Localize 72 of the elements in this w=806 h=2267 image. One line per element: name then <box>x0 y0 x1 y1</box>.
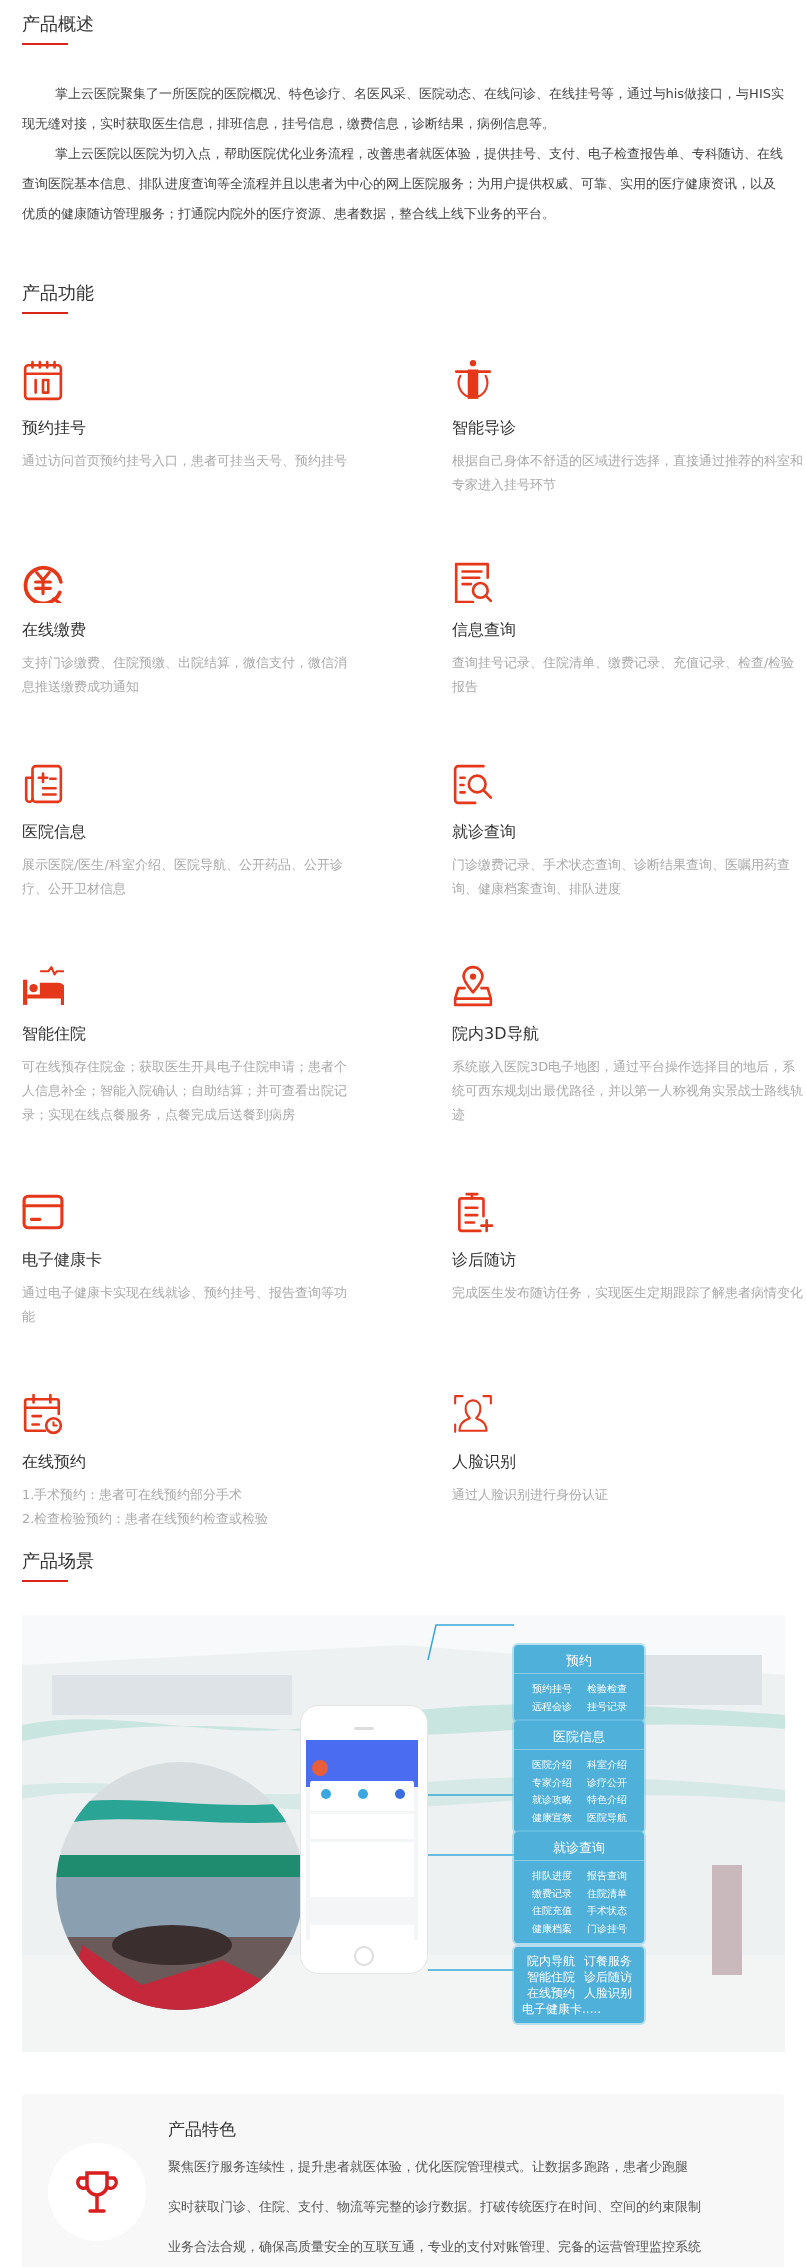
panel-item: 排队进度 <box>531 1869 572 1883</box>
highlight-text: 聚焦医疗服务连续性，提升患者就医体验，优化医院管理模式。让数据多跑路，患者少跑腿 <box>168 2157 689 2176</box>
feature-title: 在线预约 <box>22 1451 86 1473</box>
section-title: 产品概述 <box>22 12 94 36</box>
bed-icon <box>22 965 64 1007</box>
panel-item: 院内导航 <box>526 1953 575 1969</box>
panel-item: 检验检查 <box>586 1682 627 1696</box>
map-pin-icon <box>452 965 494 1007</box>
panel-item: 住院充值 <box>531 1904 572 1918</box>
panel-item: 专家介绍 <box>531 1775 572 1790</box>
feature-title: 智能住院 <box>22 1023 86 1045</box>
person-icon <box>452 359 494 401</box>
highlight-text: 业务合法合规，确保高质量安全的互联互通，专业的支付对账管理、完备的运营管理监控系统 <box>168 2237 701 2256</box>
panel-item: 医院介绍 <box>531 1758 572 1772</box>
feature-description: 通过访问首页预约挂号入口，患者可挂当天号、预约挂号 <box>22 452 347 470</box>
feature-title: 电子健康卡 <box>22 1249 102 1271</box>
section-title: 产品场景 <box>22 1549 94 1573</box>
feature-title: 信息查询 <box>452 619 516 641</box>
highlight-text: 实时获取门诊、住院、支付、物流等完整的诊疗数据。打破传统医疗在时间、空间的约束限制 <box>168 2197 701 2216</box>
panel-item: 健康档案 <box>531 1921 572 1936</box>
panel-item: 智能住院 <box>526 1969 575 1985</box>
section-title: 产品功能 <box>22 281 94 305</box>
panel-item: 预约挂号 <box>531 1682 572 1696</box>
panel-heading: 就诊查询 <box>514 1832 644 1861</box>
feature-title: 预约挂号 <box>22 417 86 439</box>
feature-title: 人脸识别 <box>452 1451 516 1473</box>
panel-item: 订餐服务 <box>583 1953 632 1969</box>
list-search-icon <box>452 763 494 805</box>
feature-description: 支持门诊缴费、住院预缴、出院结算，微信支付，微信消息推送缴费成功通知 <box>22 654 348 696</box>
feature-title: 在线缴费 <box>22 619 86 641</box>
feature-description: 可在线预存住院金；获取医生开具电子住院申请；患者个人信息补全；智能入院确认；自助结算；并可查看出院记录；实现在线点餐服务，点餐完成后送餐到病房 <box>22 1058 348 1124</box>
panel-item: 电子健康卡..... <box>522 2001 602 2017</box>
feature-title: 院内3D导航 <box>452 1023 539 1045</box>
feature-description: 完成医生发布随访任务，实现医生定期跟踪了解患者病情变化 <box>452 1284 803 1302</box>
feature-description: 根据自己身体不舒适的区域进行选择，直接通过推荐的科室和专家进入挂号环节 <box>452 452 804 494</box>
panel-item: 挂号记录 <box>586 1699 627 1714</box>
feature-title: 就诊查询 <box>452 821 516 843</box>
medical-record-icon <box>22 763 64 805</box>
feature-title: 医院信息 <box>22 821 86 843</box>
panel-item: 健康宣教 <box>531 1810 572 1825</box>
panel-item: 在线预约 <box>526 1985 575 2001</box>
face-scan-icon <box>452 1393 494 1435</box>
feature-description: 通过人脸识别进行身份认证 <box>452 1486 608 1504</box>
panel-item: 特色介绍 <box>586 1793 627 1807</box>
panel-item: 诊后随访 <box>583 1969 632 1985</box>
feature-description: 1.手术预约：患者可在线预约部分手术 <box>22 1486 244 1504</box>
calendar-clock-icon <box>22 1393 64 1435</box>
panel-item: 报告查询 <box>586 1869 627 1883</box>
panel-item: 住院清单 <box>586 1886 627 1901</box>
panel-item: 诊疗公开 <box>586 1775 627 1790</box>
panel-item: 科室介绍 <box>586 1758 627 1772</box>
panel-heading: 预约 <box>514 1645 644 1674</box>
overview-paragraph: 掌上云医院聚集了一所医院的医院概况、特色诊疗、名医风采、医院动态、在线问诊、在线挂号等，通过与his做接口，与HIS实现无缝对接，实时获取医生信息，排班信息，挂号信息，缴费信息，诊断结果，病例信息等。 <box>22 85 784 133</box>
panel-item: 门诊挂号 <box>586 1921 627 1936</box>
feature-description: 通过电子健康卡实现在线就诊、预约挂号、报告查询等功能 <box>22 1284 348 1326</box>
panel-item: 缴费记录 <box>531 1886 572 1901</box>
document-search-icon <box>452 561 494 603</box>
feature-description: 查询挂号记录、住院清单、缴费记录、充值记录、检查/检验报告 <box>452 654 796 696</box>
feature-description: 2.检查检验预约：患者在线预约检查或检验 <box>22 1510 269 1528</box>
panel-item: 手术状态 <box>586 1904 627 1918</box>
panel-item: 人脸识别 <box>583 1985 632 2001</box>
panel-item: 医院导航 <box>586 1810 627 1825</box>
panel-item: 远程会诊 <box>531 1699 572 1714</box>
panel-heading: 医院信息 <box>514 1721 644 1750</box>
panel-item: 就诊攻略 <box>531 1793 572 1807</box>
calendar-icon <box>22 359 64 401</box>
feature-title: 智能导诊 <box>452 417 516 439</box>
feature-description: 展示医院/医生/科室介绍、医院导航、公开药品、公开诊疗、公开卫材信息 <box>22 856 344 898</box>
highlights-title: 产品特色 <box>168 2117 237 2141</box>
feature-description: 门诊缴费记录、手术状态查询、诊断结果查询、医嘱用药查询、健康档案查询、排队进度 <box>452 856 791 898</box>
feature-title: 诊后随访 <box>452 1249 516 1271</box>
overview-paragraph: 掌上云医院以医院为切入点，帮助医院优化业务流程，改善患者就医体验，提供挂号、支付、电子检查报告单、专科随访、在线查询医院基本信息、排队进度查询等全流程并且以患者为中心的网上医院服务；为用户提供权威、可靠、实用的医疗健康资讯，以及优质的健康随访管理服务；打通院内院外的医疗资源、患者数据，整合线上线下业务的平台。 <box>22 145 784 223</box>
